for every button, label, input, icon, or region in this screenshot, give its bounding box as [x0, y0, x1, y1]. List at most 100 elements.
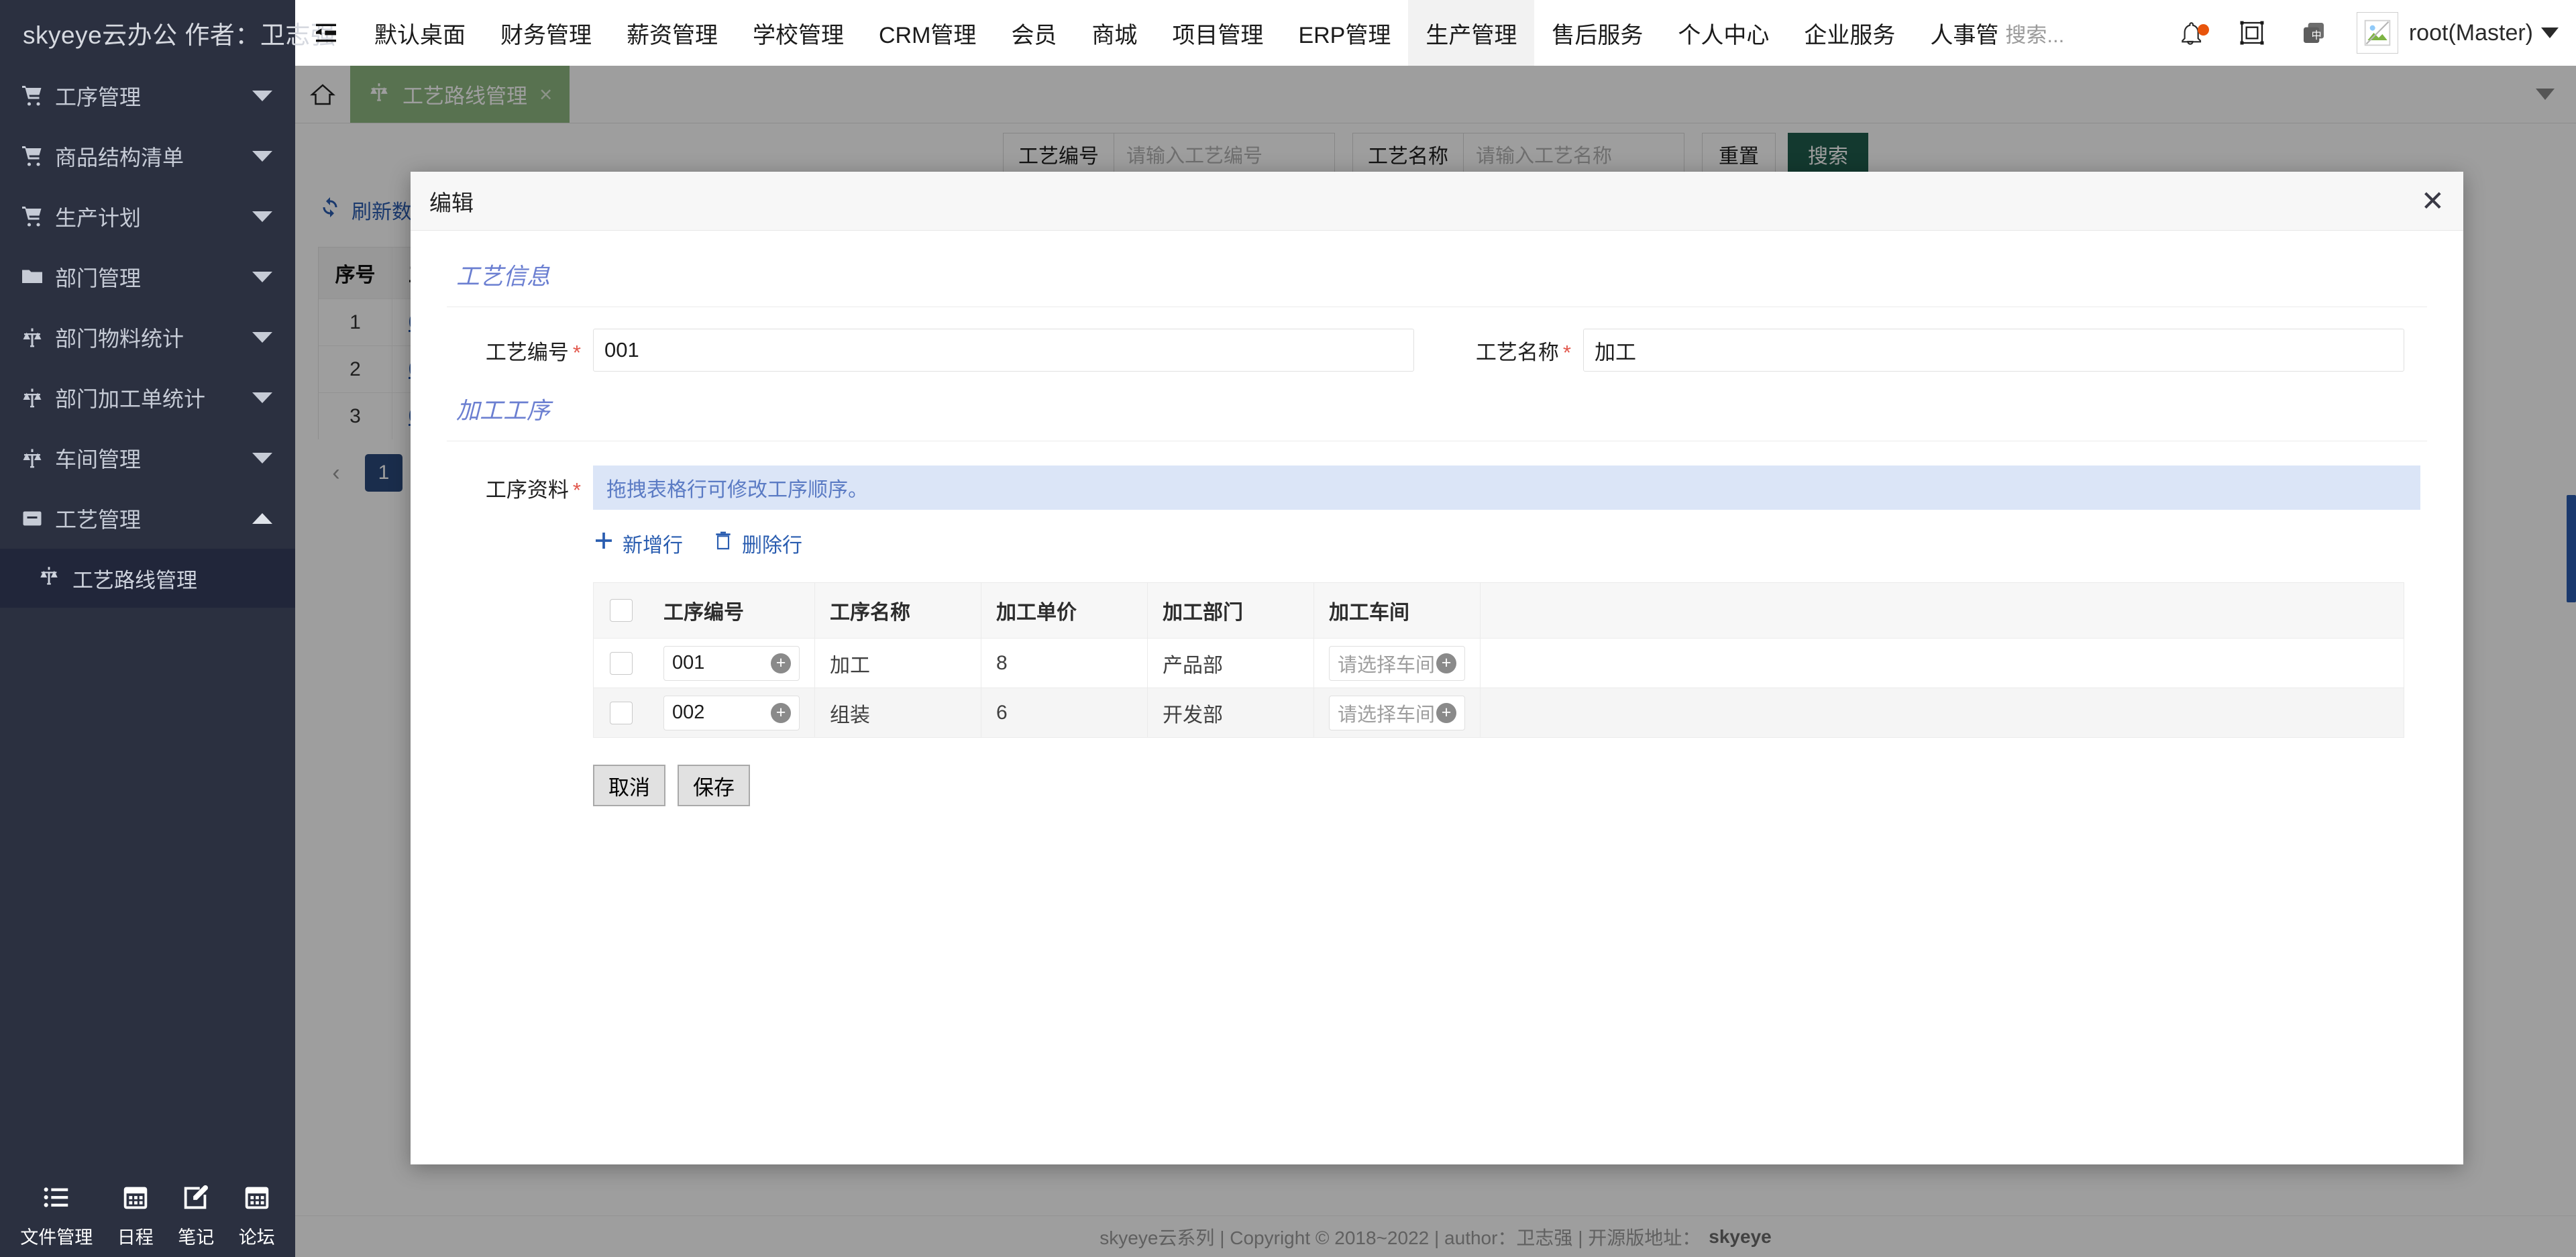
sidebar-label-3: 部门管理: [55, 266, 142, 290]
add-row-label: 新增行: [623, 535, 683, 557]
nav-item-3[interactable]: 学校管理: [735, 0, 861, 66]
process-code-value: 002: [672, 702, 705, 723]
user-menu[interactable]: root(Master): [2409, 20, 2559, 46]
avatar[interactable]: [2356, 12, 2398, 54]
cell-process-code: 002 +: [649, 688, 815, 737]
nav-item-production[interactable]: 生产管理: [1408, 0, 1535, 66]
user-name: root(Master): [2408, 19, 2533, 46]
process-code-picker[interactable]: 002 +: [663, 695, 800, 730]
cell-process-name: 加工: [815, 639, 981, 688]
sidebar-item-craft-mgmt[interactable]: 工艺管理: [0, 488, 295, 549]
craft-name-label-text: 工艺名称: [1475, 340, 1559, 364]
chevron-down-icon: [252, 91, 272, 101]
top-search-input[interactable]: 搜索...: [1998, 0, 2064, 66]
row-checkbox-cell: [594, 639, 649, 688]
plus-circle-icon[interactable]: +: [1436, 653, 1456, 673]
select-all-checkbox[interactable]: [610, 599, 633, 622]
sidebar-label-6: 车间管理: [55, 447, 142, 472]
cell-workshop: 请选择车间 +: [1314, 688, 1481, 737]
chevron-down-icon: [252, 151, 272, 162]
menu-fold-icon[interactable]: [295, 0, 357, 66]
row-checkbox[interactable]: [610, 651, 633, 675]
sidebar-item-bom[interactable]: 商品结构清单: [0, 126, 295, 186]
process-table-row[interactable]: 002 + 组装 6 开发部 请选择车间 +: [594, 688, 2404, 737]
scale-icon: [20, 325, 55, 349]
dock-item-schedule[interactable]: 日程: [117, 1182, 154, 1249]
nav-item-10[interactable]: 售后服务: [1534, 0, 1660, 66]
dock-item-file-mgmt[interactable]: 文件管理: [20, 1182, 93, 1249]
plus-circle-icon[interactable]: +: [1436, 702, 1456, 723]
cell-spacer: [1481, 639, 2404, 688]
nav-item-5[interactable]: 会员: [994, 0, 1074, 66]
sidebar-label-2: 生产计划: [55, 206, 142, 230]
sidebar-item-dept-mgmt[interactable]: 部门管理: [0, 247, 295, 307]
workshop-picker[interactable]: 请选择车间 +: [1329, 695, 1465, 730]
drag-hint-banner: 拖拽表格行可修改工序顺序。: [593, 466, 2420, 510]
process-steps-table: 工序编号 工序名称 加工单价 加工部门 加工车间 001 + 加工 8 产品部 …: [593, 582, 2404, 738]
section-title-processing-steps: 加工工序: [456, 398, 551, 424]
required-mark: *: [572, 478, 581, 502]
cancel-button[interactable]: 取消: [593, 765, 665, 806]
craft-name-input[interactable]: 加工: [1583, 329, 2404, 372]
modal-title: 编辑: [429, 190, 474, 215]
process-data-label-text: 工序资料: [485, 478, 569, 502]
nav-item-7[interactable]: 项目管理: [1155, 0, 1281, 66]
chevron-up-icon: [252, 513, 272, 524]
top-bar: skyeye云办公 作者：卫志强 默认桌面 财务管理 薪资管理 学校管理 CRM…: [0, 0, 2576, 66]
process-data-label: 工序资料 *: [447, 473, 581, 503]
nav-item-8[interactable]: ERP管理: [1281, 0, 1408, 66]
plus-circle-icon[interactable]: +: [771, 702, 791, 723]
chevron-down-icon: [252, 453, 272, 463]
plus-circle-icon[interactable]: +: [771, 653, 791, 673]
cell-spacer: [1481, 688, 2404, 737]
workshop-placeholder: 请选择车间: [1338, 704, 1436, 726]
chevron-down-icon: [2541, 28, 2559, 38]
craft-name-group: 工艺名称 * 加工: [1437, 329, 2427, 372]
th-department: 加工部门: [1148, 583, 1314, 638]
cell-process-name: 组装: [815, 688, 981, 737]
bell-icon[interactable]: [2159, 0, 2221, 66]
cell-department: 开发部: [1148, 688, 1314, 737]
cart-icon: [20, 84, 55, 108]
brand-title: skyeye云办公 作者：卫志强: [0, 0, 335, 66]
process-table-header: 工序编号 工序名称 加工单价 加工部门 加工车间: [594, 583, 2404, 638]
dock-label-0: 文件管理: [20, 1227, 93, 1248]
add-row-button[interactable]: 新增行: [593, 529, 683, 558]
nav-item-1[interactable]: 财务管理: [483, 0, 609, 66]
sidebar-item-production-plan[interactable]: 生产计划: [0, 186, 295, 247]
nav-item-11[interactable]: 个人中心: [1660, 0, 1786, 66]
sidebar-item-dept-material-stats[interactable]: 部门物料统计: [0, 307, 295, 368]
process-table-row[interactable]: 001 + 加工 8 产品部 请选择车间 +: [594, 638, 2404, 688]
dock-item-forum[interactable]: 论坛: [239, 1182, 275, 1249]
nav-item-2[interactable]: 薪资管理: [609, 0, 735, 66]
nav-item-6[interactable]: 商城: [1074, 0, 1155, 66]
sidebar-item-dept-order-stats[interactable]: 部门加工单统计: [0, 368, 295, 428]
notification-dot: [2197, 24, 2209, 36]
close-icon[interactable]: ✕: [2421, 186, 2445, 215]
nav-item-4[interactable]: CRM管理: [861, 0, 994, 66]
calendar-icon: [120, 1182, 151, 1217]
dock-item-notes[interactable]: 笔记: [178, 1182, 214, 1249]
top-right-actions: 中 root(Master): [2159, 0, 2576, 66]
sidebar-item-workshop-mgmt[interactable]: 车间管理: [0, 428, 295, 488]
nav-item-12[interactable]: 企业服务: [1786, 0, 1913, 66]
cell-unit-price: 8: [981, 639, 1148, 688]
chevron-down-icon: [252, 211, 272, 222]
cart-icon: [20, 144, 55, 168]
process-code-picker[interactable]: 001 +: [663, 645, 800, 681]
folder-icon: [20, 265, 55, 289]
craft-code-input[interactable]: 001: [593, 329, 1414, 372]
sidebar-item-craft-route-mgmt[interactable]: 工艺路线管理: [0, 549, 295, 608]
sidebar-item-process-mgmt[interactable]: 工序管理: [0, 66, 295, 126]
delete-row-button[interactable]: 删除行: [712, 529, 802, 558]
th-process-code: 工序编号: [649, 583, 815, 638]
craft-code-group: 工艺编号 * 001: [447, 329, 1437, 372]
row-checkbox[interactable]: [610, 701, 633, 724]
nav-item-0[interactable]: 默认桌面: [357, 0, 483, 66]
fullscreen-icon[interactable]: [2221, 0, 2283, 66]
workshop-picker[interactable]: 请选择车间 +: [1329, 645, 1465, 681]
chevron-down-icon: [252, 272, 272, 282]
language-icon[interactable]: 中: [2283, 0, 2345, 66]
save-button[interactable]: 保存: [678, 765, 750, 806]
nav-item-13[interactable]: 人事管理: [1913, 0, 1998, 66]
